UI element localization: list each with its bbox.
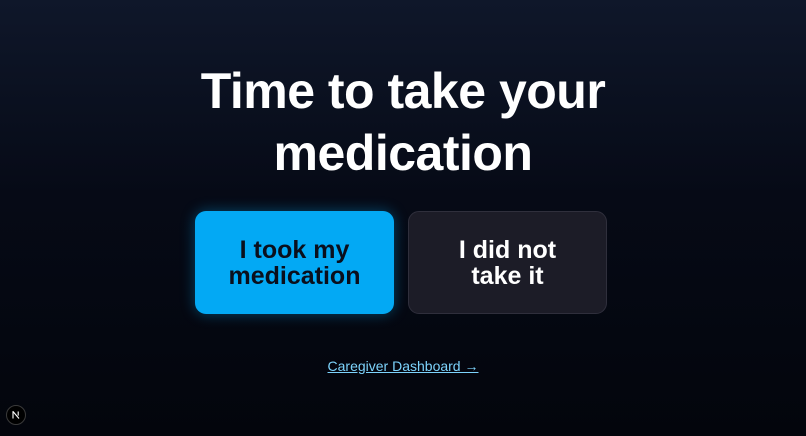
took-medication-label-line-1: I took my — [239, 235, 350, 264]
page-title-line-1: Time to take your — [200, 63, 606, 119]
did-not-take-label-line-1: I did not — [458, 235, 557, 264]
caregiver-dashboard-link[interactable]: Caregiver Dashboard → — [0, 357, 806, 375]
nextjs-dev-badge[interactable] — [6, 405, 26, 425]
nextjs-logo-icon — [12, 410, 20, 419]
did-not-take-label-line-2: take it — [471, 261, 544, 290]
page-title: Time to take your medication — [0, 60, 806, 184]
took-medication-label: I took my medication — [229, 237, 361, 289]
did-not-take-button[interactable]: I did not take it — [408, 211, 607, 314]
did-not-take-label: I did not take it — [459, 237, 556, 289]
took-medication-label-line-2: medication — [228, 261, 361, 290]
took-medication-button[interactable]: I took my medication — [195, 211, 394, 314]
page-title-line-2: medication — [273, 125, 533, 181]
